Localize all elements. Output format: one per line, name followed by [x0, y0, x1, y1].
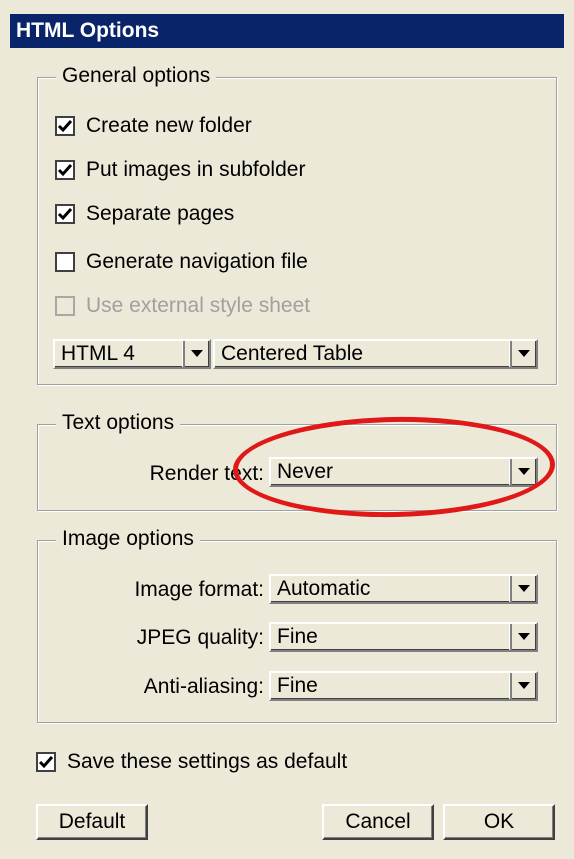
chevron-down-icon[interactable]: [510, 576, 536, 602]
jpeg-quality-label: JPEG quality:: [136, 626, 264, 649]
generate-navigation-file-option[interactable]: Generate navigation file: [55, 248, 308, 276]
create-new-folder-label: Create new folder: [86, 114, 252, 137]
checkmark-icon: [57, 120, 73, 133]
render-text-label: Render text:: [149, 462, 264, 485]
save-default-option[interactable]: Save these settings as default: [36, 748, 347, 776]
checkmark-icon: [38, 756, 54, 769]
layout-value: Centered Table: [221, 342, 364, 365]
render-text-select[interactable]: Never: [269, 457, 538, 487]
generate-navigation-file-label: Generate navigation file: [86, 250, 308, 273]
ok-button[interactable]: OK: [443, 804, 555, 840]
default-button[interactable]: Default: [36, 804, 148, 840]
html-version-select[interactable]: HTML 4: [53, 339, 211, 369]
anti-aliasing-select[interactable]: Fine: [269, 671, 538, 701]
chevron-down-icon[interactable]: [510, 624, 536, 650]
render-text-value: Never: [277, 460, 334, 483]
chevron-down-icon[interactable]: [510, 459, 536, 485]
separate-pages-option[interactable]: Separate pages: [55, 200, 234, 228]
anti-aliasing-value: Fine: [277, 674, 318, 697]
image-format-label: Image format:: [134, 578, 264, 601]
put-images-in-subfolder-option[interactable]: Put images in subfolder: [55, 156, 305, 184]
separate-pages-label: Separate pages: [86, 202, 235, 225]
cancel-button[interactable]: Cancel: [322, 804, 434, 840]
checkmark-icon: [57, 208, 73, 221]
dialog: { "dialog": { "title": "HTML Options" },…: [0, 0, 574, 859]
image-format-value: Automatic: [277, 577, 371, 600]
chevron-down-icon[interactable]: [510, 673, 536, 699]
chevron-down-icon[interactable]: [510, 341, 536, 367]
save-default-checkbox[interactable]: [36, 752, 56, 772]
checkmark-icon: [57, 164, 73, 177]
text-options-legend: Text options: [56, 411, 181, 435]
html-version-value: HTML 4: [61, 342, 135, 365]
general-options-legend: General options: [56, 64, 217, 88]
generate-navigation-file-checkbox[interactable]: [55, 252, 75, 272]
save-default-label: Save these settings as default: [67, 750, 348, 773]
dialog-title: HTML Options: [10, 14, 564, 48]
jpeg-quality-value: Fine: [277, 625, 318, 648]
use-external-style-sheet-option: Use external style sheet: [55, 292, 310, 320]
anti-aliasing-label: Anti-aliasing:: [143, 675, 264, 698]
separate-pages-checkbox[interactable]: [55, 204, 75, 224]
create-new-folder-option[interactable]: Create new folder: [55, 112, 252, 140]
image-options-legend: Image options: [56, 527, 200, 551]
put-images-in-subfolder-label: Put images in subfolder: [86, 158, 306, 181]
use-external-style-sheet-label: Use external style sheet: [86, 294, 311, 317]
layout-select[interactable]: Centered Table: [213, 339, 538, 369]
image-format-select[interactable]: Automatic: [269, 574, 538, 604]
jpeg-quality-select[interactable]: Fine: [269, 622, 538, 652]
put-images-in-subfolder-checkbox[interactable]: [55, 160, 75, 180]
use-external-style-sheet-checkbox: [55, 296, 75, 316]
create-new-folder-checkbox[interactable]: [55, 116, 75, 136]
chevron-down-icon[interactable]: [183, 341, 209, 367]
